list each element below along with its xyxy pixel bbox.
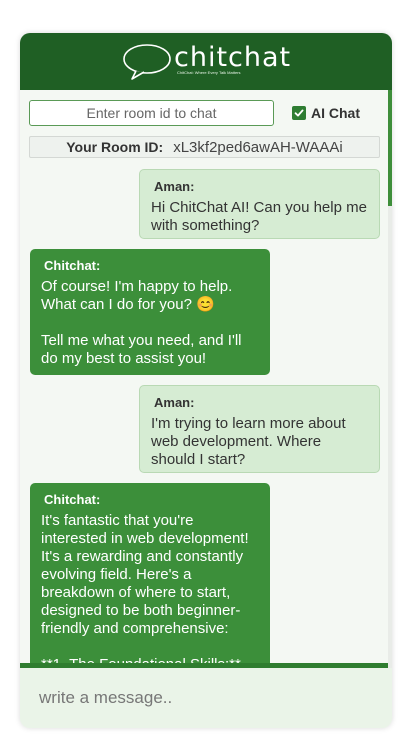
message-input[interactable] [20, 668, 392, 728]
room-id-input[interactable] [29, 100, 274, 126]
message-text: Hi ChitChat AI! Can you help me with som… [151, 199, 367, 234]
scrollbar-thumb[interactable] [388, 90, 392, 206]
chat-window: chitchat ChitChat: Where Every Talk Matt… [20, 33, 392, 728]
message-text: I'm trying to learn more about web devel… [151, 415, 346, 468]
message-bubble-ai: Chitchat: Of course! I'm happy to help. … [30, 249, 270, 375]
message-sender: Aman: [154, 395, 195, 410]
message-sender: Chitchat: [44, 258, 101, 273]
chat-bubble-icon [122, 42, 172, 87]
ai-chat-toggle[interactable]: AI Chat [292, 104, 360, 122]
message-bubble-user: Aman: I'm trying to learn more about web… [139, 385, 380, 473]
checkmark-icon [294, 109, 304, 117]
message-bubble-ai: Chitchat: It's fantastic that you're int… [30, 483, 270, 663]
ai-chat-label: AI Chat [311, 105, 360, 121]
room-id-display: Your Room ID: xL3kf2ped6awAH-WAAAi [29, 136, 380, 158]
message-sender: Chitchat: [44, 492, 101, 507]
room-id-label: Your Room ID: [66, 139, 164, 155]
brand-tagline: ChitChat: Where Every Talk Matters [177, 70, 241, 75]
room-controls: AI Chat Your Room ID: xL3kf2ped6awAH-WAA… [20, 90, 388, 164]
message-composer [20, 668, 392, 728]
message-text: Of course! I'm happy to help. What can I… [41, 278, 242, 367]
room-id-value: xL3kf2ped6awAH-WAAAi [173, 138, 343, 156]
message-text: It's fantastic that you're interested in… [41, 512, 249, 663]
message-bubble-user: Aman: Hi ChitChat AI! Can you help me wi… [139, 169, 380, 239]
message-sender: Aman: [154, 179, 195, 194]
brand-name: chitchat [174, 42, 292, 73]
app-header: chitchat ChitChat: Where Every Talk Matt… [20, 33, 392, 90]
ai-chat-checkbox[interactable] [292, 106, 306, 120]
